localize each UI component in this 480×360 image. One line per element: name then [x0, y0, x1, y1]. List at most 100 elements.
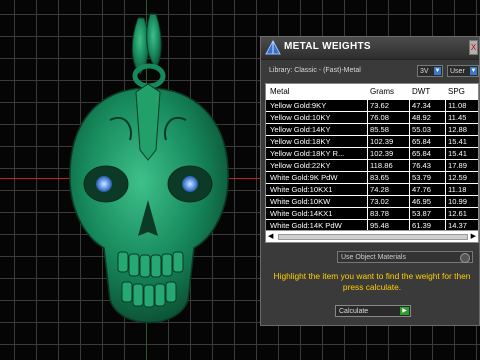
table-cell: Yellow Gold:14KY	[270, 125, 331, 134]
scrollbar-thumb[interactable]	[278, 234, 468, 240]
table-cell: 11.08	[448, 101, 467, 110]
calculate-button[interactable]: Calculate ▶	[335, 305, 411, 317]
table-row[interactable]: Yellow Gold:14KY 85.58 55.03 12.88	[266, 124, 478, 136]
table-header: Metal Grams DWT SPG	[266, 84, 478, 101]
column-divider	[409, 112, 410, 124]
column-divider	[445, 160, 446, 172]
table-row[interactable]: Yellow Gold:18KY 102.39 65.84 15.41	[266, 136, 478, 148]
scroll-left-icon[interactable]: ◀	[268, 232, 273, 240]
table-cell: 53.79	[412, 173, 432, 182]
play-icon: ▶	[400, 307, 409, 315]
scroll-right-icon[interactable]: ▶	[471, 232, 476, 240]
table-cell: 65.84	[412, 149, 432, 158]
use-object-materials-label: Use Object Materials	[341, 254, 406, 261]
column-divider	[367, 208, 368, 220]
table-row[interactable]: Yellow Gold:18KY R... 102.39 65.84 15.41	[266, 148, 478, 160]
close-button[interactable]: X	[469, 40, 478, 55]
column-divider	[445, 136, 446, 148]
table-cell: White Gold:10KW	[270, 197, 331, 206]
table-cell: White Gold:9K PdW	[270, 173, 338, 182]
table-cell: 12.59	[448, 173, 468, 182]
table-cell: 74.28	[370, 185, 390, 194]
table-cell: 11.45	[448, 113, 467, 122]
chevron-down-icon: ▼	[434, 67, 441, 75]
column-divider	[409, 148, 410, 160]
table-cell: White Gold:14K PdW	[270, 221, 342, 230]
table-cell: Yellow Gold:22KY	[270, 161, 331, 170]
table-cell: 12.61	[448, 209, 468, 218]
table-body: Yellow Gold:9KY 73.62 47.34 11.08 Yellow Gol…	[266, 100, 478, 232]
column-divider	[445, 184, 446, 196]
table-cell: 76.08	[370, 113, 390, 122]
column-divider	[445, 196, 446, 208]
column-divider	[409, 100, 410, 112]
table-row[interactable]: White Gold:10KX1 74.28 47.76 11.18	[266, 184, 478, 196]
table-row[interactable]: White Gold:9K PdW 83.65 53.79 12.59	[266, 172, 478, 184]
user-select-value: User	[450, 68, 465, 75]
unit-select-value: 3V	[420, 68, 429, 75]
table-cell: 76.43	[412, 161, 432, 170]
column-header-spg[interactable]: SPG	[448, 87, 465, 96]
column-divider	[367, 148, 368, 160]
column-divider	[367, 184, 368, 196]
pyramid-icon	[265, 39, 281, 55]
panel-title: METAL WEIGHTS	[284, 41, 371, 52]
column-divider	[367, 112, 368, 124]
title-bar[interactable]: METAL WEIGHTS X	[261, 37, 479, 60]
column-divider	[367, 124, 368, 136]
column-divider	[367, 196, 368, 208]
column-divider	[409, 196, 410, 208]
column-divider	[445, 100, 446, 112]
table-cell: 73.02	[370, 197, 390, 206]
column-header-dwt[interactable]: DWT	[412, 87, 430, 96]
column-divider	[445, 148, 446, 160]
column-divider	[445, 124, 446, 136]
table-cell: 10.99	[448, 197, 468, 206]
table-cell: 102.39	[370, 149, 394, 158]
column-divider	[409, 184, 410, 196]
table-cell: 14.37	[448, 221, 468, 230]
horizontal-scrollbar[interactable]: ◀ ▶	[266, 230, 478, 242]
column-divider	[409, 160, 410, 172]
table-cell: 11.18	[448, 185, 467, 194]
table-row[interactable]: Yellow Gold:22KY 118.86 76.43 17.89	[266, 160, 478, 172]
radio-icon[interactable]	[460, 253, 470, 263]
table-cell: 61.39	[412, 221, 432, 230]
column-divider	[445, 112, 446, 124]
table-cell: 118.86	[370, 161, 393, 170]
chevron-down-icon: ▼	[470, 67, 477, 75]
column-divider	[367, 100, 368, 112]
table-row[interactable]: White Gold:14KX1 83.78 53.87 12.61	[266, 208, 478, 220]
table-cell: Yellow Gold:9KY	[270, 101, 327, 110]
column-divider	[409, 208, 410, 220]
table-cell: 102.39	[370, 137, 394, 146]
table-cell: White Gold:14KX1	[270, 209, 333, 218]
table-row[interactable]: Yellow Gold:10KY 76.08 48.92 11.45	[266, 112, 478, 124]
column-header-grams[interactable]: Grams	[370, 87, 394, 96]
table-cell: 12.88	[448, 125, 468, 134]
library-label: Library: Classic - (Fast)-Metal	[269, 67, 361, 74]
metal-weights-panel: METAL WEIGHTS X Library: Classic - (Fast…	[260, 36, 480, 326]
table-row[interactable]: White Gold:10KW 73.02 46.95 10.99	[266, 196, 478, 208]
column-header-metal[interactable]: Metal	[270, 87, 290, 96]
unit-select[interactable]: 3V ▼	[417, 65, 443, 77]
table-cell: 55.03	[412, 125, 432, 134]
table-row[interactable]: Yellow Gold:9KY 73.62 47.34 11.08	[266, 100, 478, 112]
table-cell: Yellow Gold:18KY R...	[270, 149, 345, 158]
user-select[interactable]: User ▼	[447, 65, 479, 77]
table-cell: 46.95	[412, 197, 432, 206]
table-cell: 53.87	[412, 209, 432, 218]
table-cell: 83.78	[370, 209, 390, 218]
metal-table[interactable]: Metal Grams DWT SPG Yellow Gold:9KY 73.62…	[265, 83, 479, 243]
column-divider	[409, 136, 410, 148]
table-cell: 73.62	[370, 101, 390, 110]
column-divider	[445, 172, 446, 184]
use-object-materials-option[interactable]: Use Object Materials	[337, 251, 473, 263]
table-cell: 15.41	[448, 137, 468, 146]
table-cell: Yellow Gold:10KY	[270, 113, 331, 122]
column-divider	[367, 136, 368, 148]
table-cell: 95.48	[370, 221, 390, 230]
column-divider	[367, 172, 368, 184]
calculate-label: Calculate	[339, 308, 369, 315]
skull-pendant-model[interactable]	[0, 0, 270, 360]
